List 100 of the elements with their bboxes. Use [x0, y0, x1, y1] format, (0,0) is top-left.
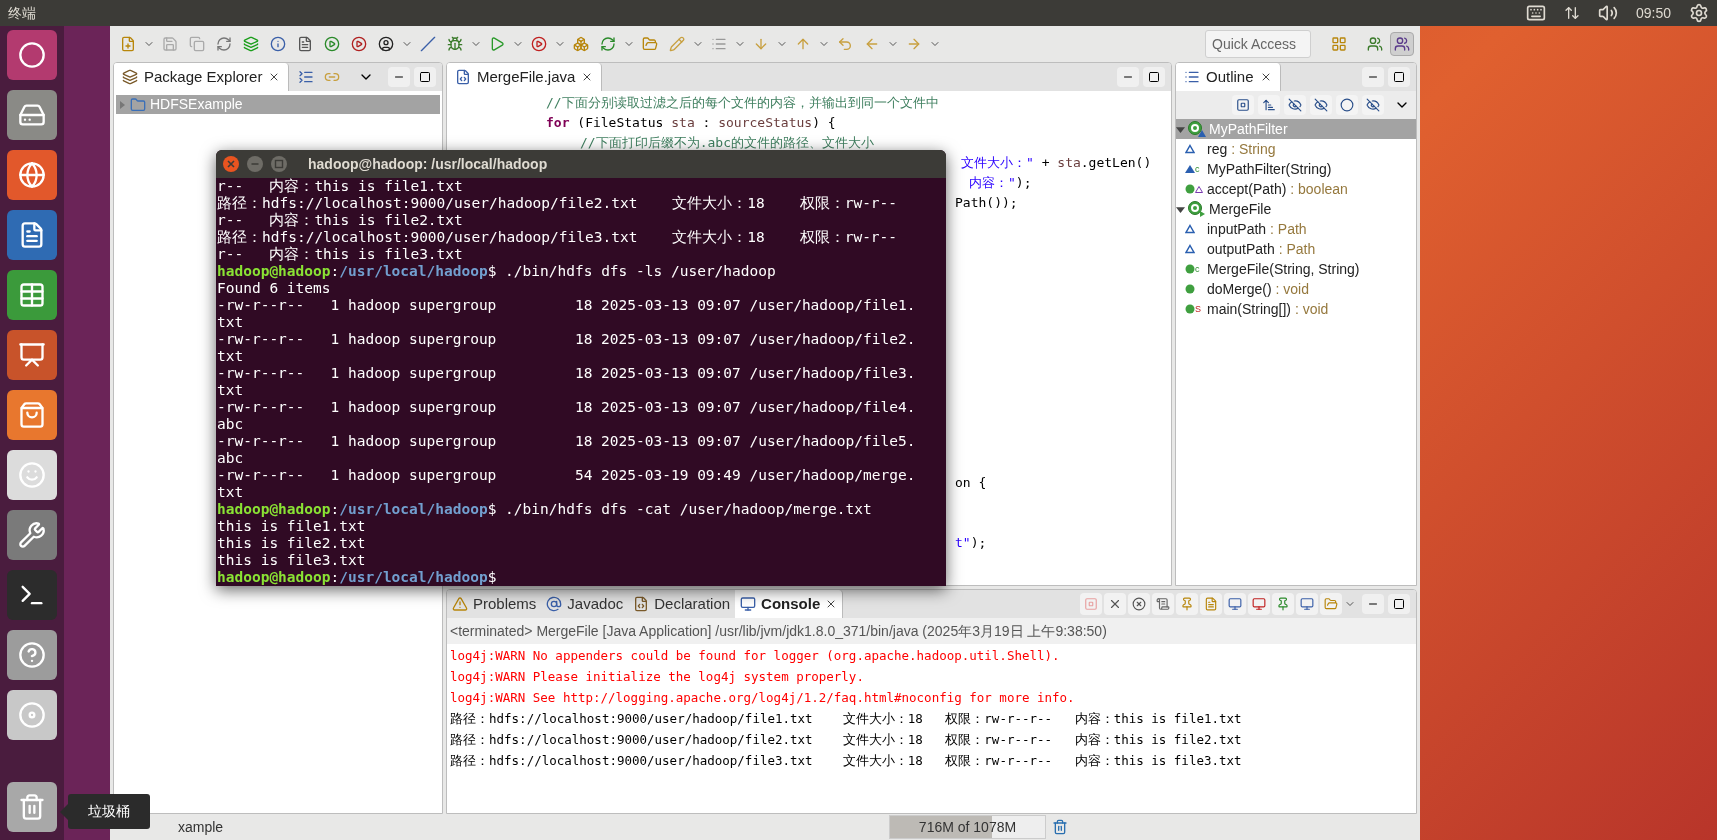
console-line: log4j:WARN See http://logging.apache.org/log4j/1.2/faq.html#noconfig for more info.: [450, 689, 1076, 707]
expand-arrow-icon[interactable]: [1176, 124, 1185, 134]
expand-arrow-icon[interactable]: [1176, 204, 1185, 214]
minimize-button[interactable]: [388, 67, 410, 87]
circle-logo-icon[interactable]: [7, 30, 57, 80]
maximize-icon: [1148, 71, 1160, 83]
maximize-button[interactable]: [1388, 594, 1410, 614]
volume-icon[interactable]: [1597, 3, 1618, 23]
code-line: Path());: [955, 195, 1018, 210]
console-line: 路径：hdfs://localhost:9000/user/hadoop/file2.txt 文件大小：18 权限：rw-r--r-- 内容：this is file2.txt: [450, 731, 1243, 749]
sort-icon[interactable]: [1258, 95, 1280, 115]
maximize-button[interactable]: [1143, 67, 1165, 87]
outline-member-item[interactable]: c MergeFile(String, String): [1176, 259, 1416, 279]
spreadsheet-icon[interactable]: [7, 270, 57, 320]
outline-member-item[interactable]: inputPath : Path: [1176, 219, 1416, 239]
minimize-button[interactable]: [1362, 67, 1384, 87]
code-line: //下面分别读取过滤之后的每个文件的内容，并输出到同一个文件中: [546, 95, 939, 110]
maximize-icon[interactable]: [270, 155, 288, 173]
code-line: 文件大小：" + sta.getLen(): [961, 155, 1152, 170]
clock[interactable]: 09:50: [1635, 2, 1671, 24]
terminal-line: abc: [217, 416, 245, 433]
minimize-button[interactable]: [1362, 594, 1384, 614]
console-tab[interactable]: Problems: [447, 590, 542, 618]
trash-icon[interactable]: [1052, 819, 1068, 835]
console-header: <terminated> MergeFile [Java Application] /usr/lib/jvm/jdk1.8.0_371/bin/java (2025年3月19日 上午9:38:50): [447, 618, 1416, 644]
member-label: outputPath : Path: [1207, 239, 1316, 259]
outline-icon: [1184, 69, 1200, 85]
tooltip: 垃圾桶: [68, 794, 150, 829]
outline-member-item[interactable]: reg : String: [1176, 139, 1416, 159]
drawer-icon[interactable]: [7, 90, 57, 140]
window-title: 终端: [8, 3, 36, 23]
member-label: accept(Path) : boolean: [1207, 179, 1348, 199]
terminal-line: this is file1.txt: [217, 518, 367, 535]
hide-fields-icon[interactable]: [1284, 95, 1306, 115]
editor-tab[interactable]: MergeFile.java: [447, 63, 603, 91]
code-line: t");: [955, 535, 987, 550]
power-icon[interactable]: [1689, 3, 1709, 23]
console-line: 路径：hdfs://localhost:9000/user/hadoop/file1.txt 文件大小：18 权限：rw-r--r-- 内容：this is file1.txt: [450, 710, 1243, 728]
terminal-line: txt: [217, 348, 245, 365]
help-icon[interactable]: [7, 630, 57, 680]
remove-all-icon[interactable]: [1128, 593, 1150, 615]
wrench-icon[interactable]: [7, 510, 57, 560]
outline-tab[interactable]: Outline: [1176, 63, 1281, 91]
trash-icon[interactable]: [7, 782, 57, 832]
warning-icon: [452, 596, 468, 612]
console-tab[interactable]: Javadoc: [541, 590, 629, 618]
java-file-icon: [455, 69, 471, 85]
minimize-button[interactable]: [1117, 67, 1139, 87]
member-label: reg : String: [1207, 139, 1276, 159]
modifier-letter: c: [1195, 165, 1200, 174]
terminal-line: -rw-r--r-- 1 hadoop supergroup 18 2025-03-13 09:07 /user/hadoop/file5.: [217, 433, 917, 450]
code-line: for (FileStatus sta : sourceStatus) {: [546, 115, 836, 130]
console-tab[interactable]: Declaration: [628, 590, 736, 618]
minimize-icon[interactable]: [246, 155, 264, 173]
terminal-line: r-- 内容：this is file2.txt: [217, 212, 464, 229]
maximize-button[interactable]: [1388, 67, 1410, 87]
maximize-button[interactable]: [414, 67, 436, 87]
presentation-icon[interactable]: [7, 330, 57, 380]
console-tab[interactable]: Console: [735, 590, 844, 618]
terminal-line: this is file3.txt: [217, 552, 367, 569]
outline-member-item[interactable]: c MyPathFilter(String): [1176, 159, 1416, 179]
code-line: on {: [955, 475, 987, 490]
outline-member-item[interactable]: doMerge() : void: [1176, 279, 1416, 299]
memory-indicator[interactable]: 716M of 1078M: [889, 815, 1046, 839]
terminal-prompt-line: hadoop@hadoop:/usr/local/hadoop$ ./bin/hdfs dfs -cat /user/hadoop/merge.txt: [217, 501, 873, 518]
outline-member-item[interactable]: S main(String[]) : void: [1176, 299, 1416, 319]
terminal-line: -rw-r--r-- 1 hadoop supergroup 54 2025-03-19 09:49 /user/hadoop/merge.: [217, 467, 917, 484]
quick-access-field[interactable]: Quick Access: [1205, 30, 1311, 58]
terminal-title: hadoop@hadoop: /usr/local/hadoop: [308, 154, 548, 174]
hide-local-icon[interactable]: [1362, 95, 1384, 115]
maximize-icon: [1393, 71, 1405, 83]
shopping-bag-icon[interactable]: [7, 390, 57, 440]
pin-icon[interactable]: [1272, 593, 1294, 615]
outline-class-item[interactable]: MergeFile: [1176, 199, 1416, 219]
terminal-line: -rw-r--r-- 1 hadoop supergroup 18 2025-03-13 09:07 /user/hadoop/file2.: [217, 331, 917, 348]
terminal-line: txt: [217, 484, 245, 501]
monitor-icon: [740, 596, 757, 612]
keyboard-icon[interactable]: [1525, 3, 1546, 23]
modifier-letter: S: [1195, 305, 1201, 314]
terminal-prompt-line: hadoop@hadoop:/usr/local/hadoop$ ./bin/hdfs dfs -ls /user/hadoop: [217, 263, 777, 280]
terminal-line: r-- 内容：this is file3.txt: [217, 246, 464, 263]
outline-member-item[interactable]: outputPath : Path: [1176, 239, 1416, 259]
outline-member-item[interactable]: accept(Path) : boolean: [1176, 179, 1416, 199]
terminal-line: -rw-r--r-- 1 hadoop supergroup 18 2025-03-13 09:07 /user/hadoop/file4.: [217, 399, 917, 416]
terminal-line: r-- 内容：this is file1.txt: [217, 178, 464, 195]
status-text: xample: [178, 818, 224, 835]
remove-icon[interactable]: [1104, 593, 1126, 615]
hide-static-icon[interactable]: [1310, 95, 1332, 115]
network-icon[interactable]: [1563, 5, 1580, 21]
terminal-icon[interactable]: [7, 570, 57, 620]
globe-icon[interactable]: [7, 150, 57, 200]
document-icon[interactable]: [7, 210, 57, 260]
modifier-letter: c: [1195, 265, 1200, 274]
terminal-line: 路径：hdfs://localhost:9000/user/hadoop/file3.txt 文件大小：18 权限：rw-r--: [217, 229, 899, 246]
terminal-line: txt: [217, 314, 245, 331]
member-label: MyPathFilter(String): [1207, 159, 1332, 179]
package-explorer-tab[interactable]: Package Explorer: [114, 63, 290, 91]
maximize-icon: [1393, 598, 1405, 610]
terminal-line: this is file2.txt: [217, 535, 367, 552]
code-line: 内容：");: [969, 175, 1032, 190]
